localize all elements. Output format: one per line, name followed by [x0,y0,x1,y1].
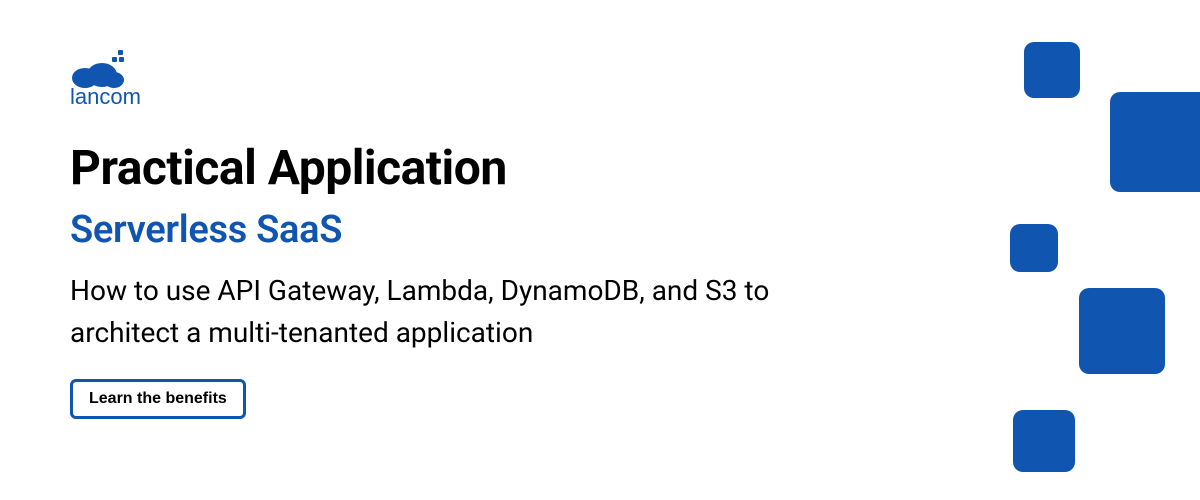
page-description: How to use API Gateway, Lambda, DynamoDB… [70,270,830,354]
cta-label: Learn the benefits [89,390,227,407]
brand-name-text: lancom [70,84,141,109]
decorative-square [1010,224,1058,272]
page-heading: Practical Application [70,139,830,196]
decorative-square [1110,92,1200,192]
decorative-square [1013,410,1075,472]
decorative-square [1024,42,1080,98]
main-content: lancom Practical Application Serverless … [0,0,900,469]
decorative-square [1079,288,1165,374]
brand-logo: lancom [70,50,830,114]
lancom-logo-icon: lancom [70,50,190,110]
decorative-squares [1000,0,1200,500]
cta-button[interactable]: Learn the benefits [70,379,246,419]
page-subheading: Serverless SaaS [70,208,830,252]
